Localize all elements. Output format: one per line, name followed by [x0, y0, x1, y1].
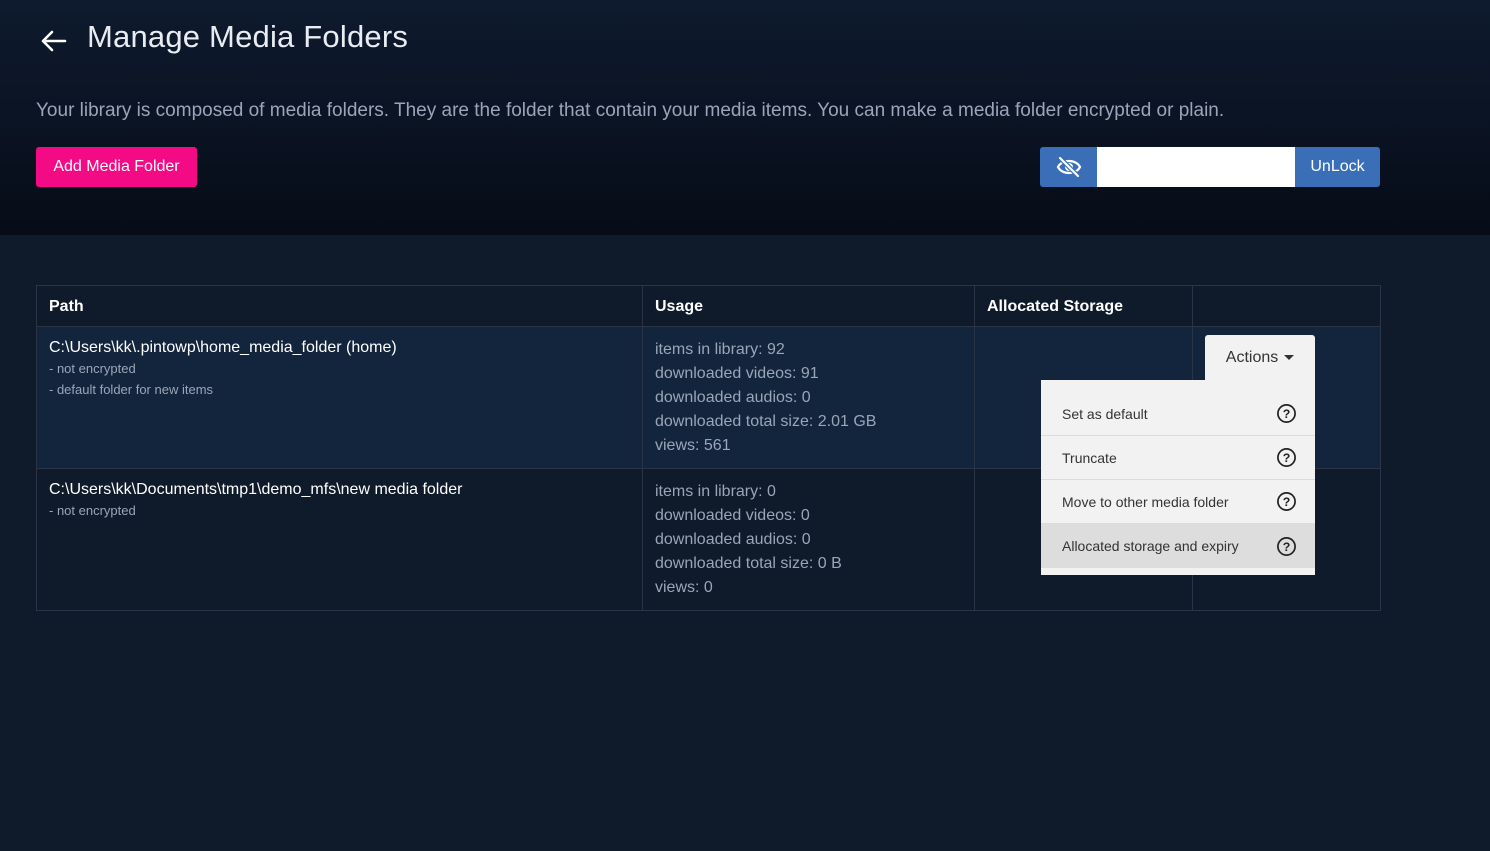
usage-total-size: downloaded total size: 2.01 GB: [655, 413, 877, 430]
usage-videos: downloaded videos: 91: [655, 365, 819, 382]
svg-text:?: ?: [1283, 451, 1291, 465]
toggle-password-visibility-button[interactable]: [1040, 147, 1097, 187]
back-arrow-icon[interactable]: [38, 28, 68, 54]
menu-item-move-to-other-folder[interactable]: Move to other media folder ?: [1041, 480, 1315, 524]
actions-label: Actions: [1225, 348, 1279, 366]
path-cell: C:\Users\kk\.pintowp\home_media_folder (…: [36, 326, 643, 469]
folder-note: - not encrypted: [49, 503, 136, 518]
usage-cell: items in library: 0 downloaded videos: 0…: [642, 468, 975, 611]
menu-item-set-as-default[interactable]: Set as default ?: [1041, 392, 1315, 436]
actions-dropdown-button[interactable]: Actions: [1205, 335, 1315, 380]
svg-text:?: ?: [1283, 495, 1291, 509]
question-circle-icon[interactable]: ?: [1276, 403, 1297, 424]
question-circle-icon[interactable]: ?: [1276, 536, 1297, 557]
folder-path: C:\Users\kk\Documents\tmp1\demo_mfs\new …: [49, 481, 463, 498]
usage-total-size: downloaded total size: 0 B: [655, 555, 842, 572]
folder-note: - not encrypted: [49, 361, 136, 376]
column-header-actions: [1192, 285, 1381, 327]
usage-views: views: 561: [655, 437, 731, 454]
page-title: Manage Media Folders: [87, 19, 409, 54]
question-circle-icon[interactable]: ?: [1276, 491, 1297, 512]
menu-item-label: Allocated storage and expiry: [1062, 538, 1239, 554]
question-circle-icon[interactable]: ?: [1276, 447, 1297, 468]
svg-text:?: ?: [1283, 539, 1291, 553]
path-cell: C:\Users\kk\Documents\tmp1\demo_mfs\new …: [36, 468, 643, 611]
unlock-button[interactable]: UnLock: [1295, 147, 1380, 187]
usage-items: items in library: 92: [655, 341, 785, 358]
usage-audios: downloaded audios: 0: [655, 531, 811, 548]
caret-down-icon: [1284, 355, 1295, 360]
folder-note: - default folder for new items: [49, 382, 214, 397]
folder-path: C:\Users\kk\.pintowp\home_media_folder (…: [49, 339, 397, 356]
menu-item-label: Truncate: [1062, 449, 1117, 466]
usage-audios: downloaded audios: 0: [655, 389, 811, 406]
usage-items: items in library: 0: [655, 483, 776, 500]
column-header-allocated-storage: Allocated Storage: [974, 285, 1193, 327]
page-description: Your library is composed of media folder…: [36, 100, 1225, 121]
menu-item-label: Move to other media folder: [1062, 493, 1229, 510]
password-input[interactable]: [1097, 147, 1295, 187]
table-header-row: Path Usage Allocated Storage: [36, 285, 1381, 327]
menu-item-label: Set as default: [1062, 405, 1148, 422]
add-media-folder-button[interactable]: Add Media Folder: [36, 147, 197, 187]
usage-views: views: 0: [655, 579, 713, 596]
usage-cell: items in library: 92 downloaded videos: …: [642, 326, 975, 469]
menu-item-truncate[interactable]: Truncate ?: [1041, 436, 1315, 480]
actions-dropdown-menu: Set as default ? Truncate ? Move to othe…: [1041, 380, 1315, 575]
svg-text:?: ?: [1283, 407, 1291, 421]
column-header-usage: Usage: [642, 285, 975, 327]
eye-slash-icon: [1056, 156, 1081, 178]
menu-item-allocated-storage-and-expiry[interactable]: Allocated storage and expiry ?: [1041, 524, 1315, 568]
unlock-group: UnLock: [1040, 147, 1380, 187]
usage-videos: downloaded videos: 0: [655, 507, 810, 524]
column-header-path: Path: [36, 285, 643, 327]
